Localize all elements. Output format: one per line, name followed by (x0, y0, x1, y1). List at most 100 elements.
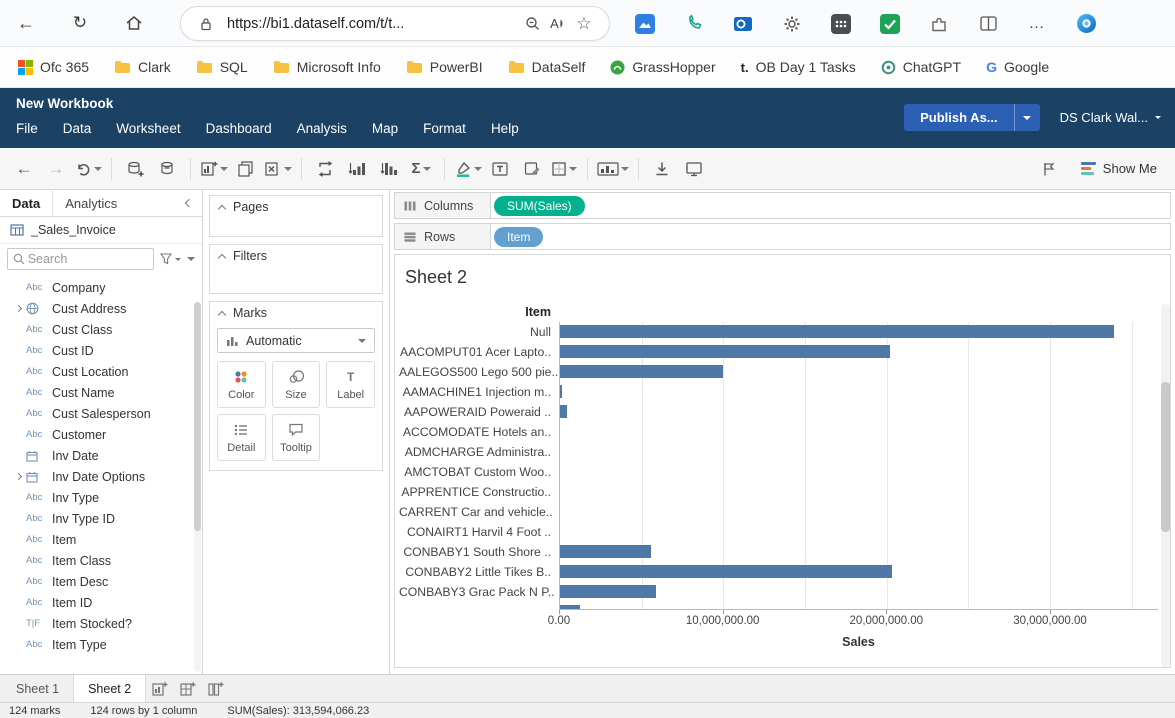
expand-icon[interactable] (14, 473, 21, 480)
row-label[interactable]: CONBABY3 Grac Pack N P.. (399, 582, 559, 602)
more-tools-extension-icon[interactable] (830, 13, 852, 35)
row-label[interactable]: ADMCHARGE Administra.. (399, 442, 559, 462)
phone-extension-icon[interactable] (683, 13, 705, 35)
bookmark-dataself[interactable]: DataSelf (508, 59, 586, 75)
marks-label-button[interactable]: TLabel (326, 361, 375, 408)
field-cust-location[interactable]: AbcCust Location (0, 361, 202, 382)
sheet-tab-sheet-2[interactable]: Sheet 2 (74, 675, 146, 702)
row-label[interactable]: APPRENTICE Constructio.. (399, 482, 559, 502)
row-label[interactable]: AACOMPUT01 Acer Lapto.. (399, 342, 559, 362)
tab-data[interactable]: Data (0, 190, 53, 216)
show-mark-labels-button[interactable] (486, 155, 514, 183)
tasks-extension-icon[interactable] (879, 13, 901, 35)
scrollbar-thumb[interactable] (194, 302, 201, 531)
field-item-desc[interactable]: AbcItem Desc (0, 571, 202, 592)
row-label[interactable]: AMCTOBAT Custom Woo.. (399, 462, 559, 482)
sheet-tab-sheet-1[interactable]: Sheet 1 (2, 675, 74, 702)
menu-item-format[interactable]: Format (423, 121, 466, 136)
refresh-data-source-button[interactable] (153, 155, 181, 183)
menu-item-map[interactable]: Map (372, 121, 398, 136)
totals-button[interactable]: Σ (407, 155, 435, 183)
flag-button[interactable] (1035, 155, 1063, 183)
url-text[interactable]: https://bi1.dataself.com/t/t... (227, 16, 519, 32)
field-inv-type[interactable]: AbcInv Type (0, 487, 202, 508)
bookmark-grasshopper[interactable]: GrassHopper (610, 59, 715, 75)
bar-mark[interactable] (560, 405, 567, 418)
publish-as-button[interactable]: Publish As... (904, 104, 1014, 131)
presentation-mode-button[interactable] (680, 155, 708, 183)
row-label[interactable]: AAMACHINE1 Injection m.. (399, 382, 559, 402)
bookmark-sql[interactable]: SQL (196, 59, 248, 75)
field-item-stocked[interactable]: T|FItem Stocked? (0, 613, 202, 634)
bar-mark[interactable] (560, 585, 656, 598)
bookmark-google[interactable]: GGoogle (986, 59, 1049, 75)
menu-item-dashboard[interactable]: Dashboard (206, 121, 272, 136)
x-axis-title[interactable]: Sales (559, 630, 1158, 654)
sheet-title[interactable]: Sheet 2 (399, 261, 1170, 304)
field-customer[interactable]: AbcCustomer (0, 424, 202, 445)
menu-item-data[interactable]: Data (63, 121, 92, 136)
sort-descending-button[interactable] (375, 155, 403, 183)
field-inv-type-id[interactable]: AbcInv Type ID (0, 508, 202, 529)
mark-type-dropdown[interactable]: Automatic (217, 328, 375, 353)
menu-item-worksheet[interactable]: Worksheet (116, 121, 180, 136)
bookmark-powerbi[interactable]: PowerBI (406, 59, 483, 75)
gear-extension-icon[interactable] (781, 13, 803, 35)
download-button[interactable] (648, 155, 676, 183)
fix-axes-button[interactable] (518, 155, 546, 183)
highlight-button[interactable] (454, 155, 482, 183)
data-source-row[interactable]: _Sales_Invoice (0, 217, 202, 244)
marks-color-button[interactable]: Color (217, 361, 266, 408)
split-screen-icon[interactable] (977, 13, 999, 35)
bar-mark[interactable] (560, 345, 890, 358)
extensions-puzzle-icon[interactable] (928, 13, 950, 35)
row-field-header[interactable]: Item (399, 304, 559, 322)
columns-shelf-content[interactable]: SUM(Sales) (491, 193, 1170, 218)
bar-mark[interactable] (560, 545, 651, 558)
row-label[interactable]: Null (399, 322, 559, 342)
field-inv-date[interactable]: Inv Date (0, 445, 202, 466)
field-cust-class[interactable]: AbcCust Class (0, 319, 202, 340)
plot-area[interactable] (559, 322, 1158, 610)
field-cust-salesperson[interactable]: AbcCust Salesperson (0, 403, 202, 424)
bar-mark[interactable] (560, 365, 723, 378)
duplicate-sheet-button[interactable] (232, 155, 260, 183)
format-borders-button[interactable] (550, 155, 578, 183)
new-worksheet-tab-button[interactable] (146, 675, 174, 702)
row-label[interactable]: CONBABY1 South Shore .. (399, 542, 559, 562)
bar-mark[interactable] (560, 565, 892, 578)
field-cust-name[interactable]: AbcCust Name (0, 382, 202, 403)
marks-tooltip-button[interactable]: Tooltip (272, 414, 321, 461)
field-item-class[interactable]: AbcItem Class (0, 550, 202, 571)
menu-item-file[interactable]: File (16, 121, 38, 136)
scrollbar-thumb[interactable] (1161, 382, 1170, 532)
bookmark-clark[interactable]: Clark (114, 59, 171, 75)
bookmark-ob-day-1-tasks[interactable]: t.OB Day 1 Tasks (741, 59, 856, 75)
marks-detail-button[interactable]: Detail (217, 414, 266, 461)
row-label[interactable]: CONBABY2 Little Tikes B.. (399, 562, 559, 582)
pages-shelf[interactable] (210, 218, 382, 236)
field-item-type[interactable]: AbcItem Type (0, 634, 202, 655)
bar-mark[interactable] (560, 325, 1114, 338)
bar-mark[interactable] (560, 385, 562, 398)
read-aloud-icon[interactable]: A (545, 16, 571, 31)
field-item-id[interactable]: AbcItem ID (0, 592, 202, 613)
publish-as-dropdown[interactable] (1014, 104, 1040, 131)
row-label[interactable]: CONAIRT1 Harvil 4 Foot .. (399, 522, 559, 542)
fields-options-button[interactable] (187, 257, 195, 261)
copilot-icon[interactable] (1075, 13, 1097, 35)
favorite-star-icon[interactable]: ☆ (571, 14, 597, 34)
show-me-button[interactable]: Show Me (1081, 161, 1157, 176)
new-data-source-button[interactable] (121, 155, 149, 183)
replay-dropdown[interactable] (74, 155, 102, 183)
back-button[interactable]: ← (11, 8, 41, 38)
pill-item[interactable]: Item (494, 227, 543, 247)
redo-button[interactable]: → (42, 155, 70, 183)
expand-icon[interactable] (14, 305, 21, 312)
filter-fields-button[interactable] (160, 253, 181, 265)
new-dashboard-tab-button[interactable] (174, 675, 202, 702)
refresh-button[interactable]: ↻ (65, 8, 95, 38)
field-company[interactable]: AbcCompany (0, 277, 202, 298)
field-inv-date-options[interactable]: Inv Date Options (0, 466, 202, 487)
menu-item-analysis[interactable]: Analysis (297, 121, 347, 136)
